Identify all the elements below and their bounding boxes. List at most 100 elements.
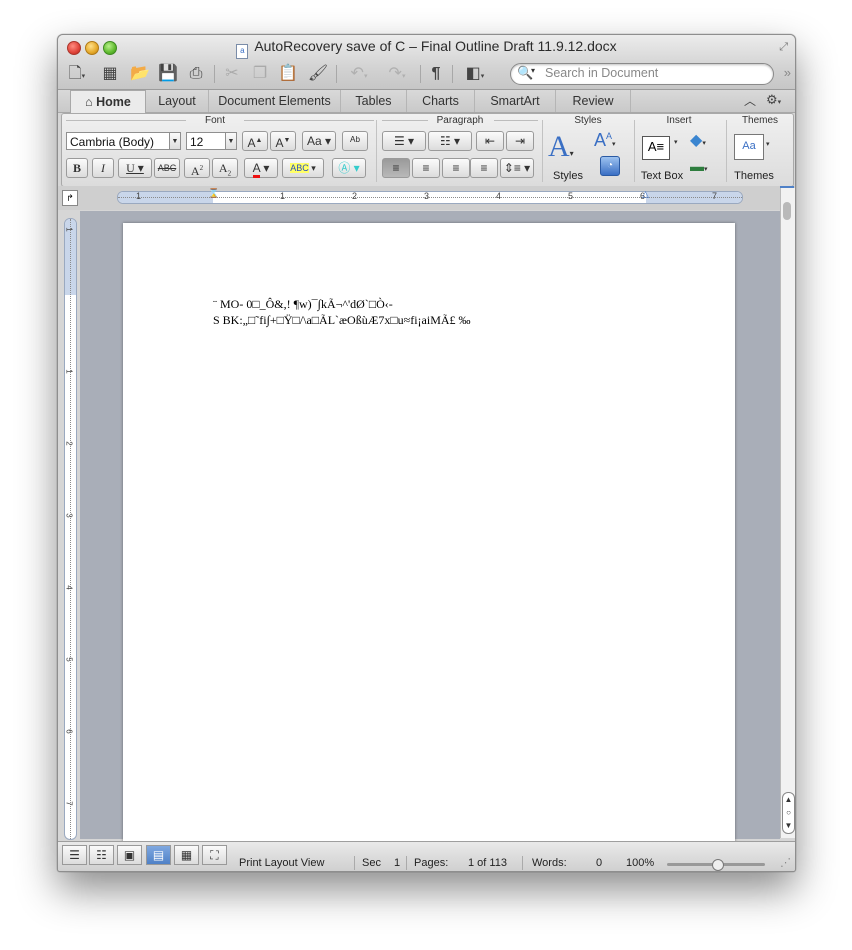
horizontal-ruler-row: ↱ 1 1 2 3 4 5 6 7 ⌛ △ bbox=[58, 186, 795, 210]
line-spacing-button[interactable]: ⇕≡ ▾ bbox=[500, 158, 534, 178]
text-effects-button[interactable]: Ⓐ ▾ bbox=[332, 158, 366, 178]
tab-charts[interactable]: Charts bbox=[407, 90, 475, 112]
ruler-label: 4 bbox=[496, 191, 502, 201]
font-size-field[interactable]: 12 bbox=[186, 132, 226, 150]
group-rule bbox=[494, 120, 538, 121]
strikethrough-button[interactable]: ABC bbox=[154, 158, 180, 178]
align-center-button[interactable]: ≡ bbox=[412, 158, 440, 178]
word-window: a AutoRecovery save of C – Final Outline … bbox=[57, 34, 796, 872]
ruler-label: 1 bbox=[136, 191, 142, 201]
superscript-button[interactable]: A2 bbox=[184, 158, 210, 178]
document-page[interactable]: ¨ MO- 0□_Ô&,! ¶w)¯∫kÃ¬^'dØ`□Ò‹- S BK:„□˜… bbox=[123, 223, 735, 863]
browse-buttons[interactable]: ▲ ○ ▼ bbox=[782, 792, 795, 834]
collapse-ribbon-icon[interactable]: ︿ bbox=[744, 92, 756, 109]
tab-document-elements[interactable]: Document Elements bbox=[209, 90, 341, 112]
copy-icon[interactable]: ❐ bbox=[248, 63, 272, 85]
shrink-font-button[interactable]: A▼ bbox=[270, 131, 296, 151]
words-label: Words: bbox=[532, 857, 567, 869]
toolbar-separator bbox=[336, 65, 337, 83]
tab-home[interactable]: ⌂ Home bbox=[70, 90, 146, 114]
shapes-icon[interactable]: ◆▾ bbox=[690, 130, 706, 150]
chevron-down-icon: ▾ bbox=[531, 66, 536, 75]
first-line-indent-marker[interactable]: ⌛ bbox=[208, 188, 219, 199]
grow-font-button[interactable]: A▲ bbox=[242, 131, 268, 151]
document-line-2[interactable]: S BK:„□˜fi∫+□Ÿ□/\a□ÃL`æOßùÆ7x□u≈fi¡aiMÃ£… bbox=[213, 313, 471, 328]
show-formatting-icon[interactable]: ¶ bbox=[426, 63, 446, 85]
text-box-icon[interactable]: A≡ bbox=[642, 136, 670, 160]
justify-button[interactable]: ≡ bbox=[470, 158, 498, 178]
themes-icon[interactable]: Aa bbox=[734, 134, 764, 160]
print-layout-view-button[interactable]: ▤ bbox=[146, 845, 171, 865]
draft-view-button[interactable]: ☰ bbox=[62, 845, 87, 865]
tab-home-label: Home bbox=[96, 95, 131, 109]
print-icon[interactable]: ⎙ bbox=[184, 63, 208, 85]
font-name-dropdown[interactable]: ▼ bbox=[169, 132, 181, 150]
tab-stop-selector[interactable]: ↱ bbox=[62, 190, 78, 206]
scrollbar-thumb[interactable] bbox=[783, 202, 791, 220]
bold-button[interactable]: B bbox=[66, 158, 88, 178]
align-left-button[interactable]: ≡ bbox=[382, 158, 410, 178]
vertical-ruler[interactable]: 1 1 2 3 4 5 6 7 bbox=[64, 218, 77, 840]
format-painter-icon[interactable]: 🖌 bbox=[306, 63, 330, 85]
align-right-button[interactable]: ≡ bbox=[442, 158, 470, 178]
text-box-label[interactable]: Text Box bbox=[636, 170, 688, 182]
vertical-scrollbar[interactable]: ▲ ○ ▼ bbox=[780, 188, 795, 838]
title-bar: a AutoRecovery save of C – Final Outline … bbox=[58, 35, 795, 90]
redo-icon[interactable]: ↷▾ bbox=[380, 63, 414, 85]
right-indent-marker[interactable]: △ bbox=[642, 189, 649, 200]
subscript-button[interactable]: A2 bbox=[212, 158, 238, 178]
save-icon[interactable]: 💾 bbox=[156, 63, 180, 85]
underline-button[interactable]: U ▾ bbox=[118, 158, 152, 178]
style-pane-icon[interactable]: AA▾ bbox=[594, 130, 616, 151]
tab-smartart[interactable]: SmartArt bbox=[475, 90, 556, 112]
new-document-icon[interactable]: 🗋▾ bbox=[64, 63, 90, 85]
font-size-dropdown[interactable]: ▼ bbox=[225, 132, 237, 150]
zoom-slider-knob[interactable] bbox=[712, 859, 724, 871]
italic-button[interactable]: I bbox=[92, 158, 114, 178]
sidebar-view-icon[interactable]: ◧▾ bbox=[458, 63, 492, 85]
change-case-button[interactable]: Aa ▾ bbox=[302, 131, 336, 151]
decrease-indent-button[interactable]: ⇤ bbox=[476, 131, 504, 151]
document-line-1[interactable]: ¨ MO- 0□_Ô&,! ¶w)¯∫kÃ¬^'dØ`□Ò‹- bbox=[213, 297, 393, 312]
search-field[interactable]: 🔍 ▾ Search in Document bbox=[510, 63, 774, 85]
horizontal-ruler[interactable]: 1 1 2 3 4 5 6 7 ⌛ △ bbox=[117, 188, 743, 204]
resize-grip-icon[interactable]: ⋰ bbox=[780, 856, 791, 869]
ruler-ticks bbox=[70, 219, 71, 839]
highlight-button[interactable]: ABC ▾ bbox=[282, 158, 324, 178]
group-rule bbox=[382, 120, 428, 121]
styles-gallery-icon[interactable]: A▾ bbox=[548, 130, 574, 164]
tab-tables[interactable]: Tables bbox=[341, 90, 407, 112]
open-folder-icon[interactable]: 📂 bbox=[128, 63, 152, 85]
increase-indent-button[interactable]: ⇥ bbox=[506, 131, 534, 151]
focus-view-button[interactable]: ⛶ bbox=[202, 845, 227, 865]
paste-icon[interactable]: 📋 bbox=[276, 63, 300, 85]
font-color-button[interactable]: A ▾ bbox=[244, 158, 278, 178]
publishing-view-button[interactable]: ▣ bbox=[117, 845, 142, 865]
outline-view-button[interactable]: ☷ bbox=[89, 845, 114, 865]
clear-formatting-button[interactable]: ᴬᵇ bbox=[342, 131, 368, 151]
bullets-button[interactable]: ☰ ▾ bbox=[382, 131, 426, 151]
font-name-field[interactable]: Cambria (Body) bbox=[66, 132, 170, 150]
undo-icon[interactable]: ↶▾ bbox=[342, 63, 376, 85]
document-workspace[interactable]: ¨ MO- 0□_Ô&,! ¶w)¯∫kÃ¬^'dØ`□Ò‹- S BK:„□˜… bbox=[80, 211, 780, 863]
tab-review[interactable]: Review bbox=[556, 90, 631, 112]
chevron-down-icon: ▾ bbox=[674, 139, 678, 146]
group-separator bbox=[634, 120, 635, 182]
toolbar-overflow-icon[interactable]: » bbox=[784, 65, 791, 80]
ruler-label: 1 bbox=[64, 227, 74, 232]
group-title-themes: Themes bbox=[741, 115, 779, 126]
tab-layout[interactable]: Layout bbox=[146, 90, 209, 112]
picture-icon[interactable]: ▬▾ bbox=[690, 158, 708, 174]
ribbon-tabs: ⌂ Home Layout Document Elements Tables C… bbox=[58, 90, 795, 114]
fullscreen-icon[interactable]: ⤢ bbox=[779, 41, 788, 54]
numbering-button[interactable]: ☷ ▾ bbox=[428, 131, 472, 151]
notebook-view-button[interactable]: ▦ bbox=[174, 845, 199, 865]
templates-icon[interactable]: ▦ bbox=[98, 63, 122, 85]
quick-styles-icon[interactable]: ◔ bbox=[600, 156, 620, 176]
pages-label: Pages: bbox=[414, 857, 449, 869]
window-title: a AutoRecovery save of C – Final Outline … bbox=[58, 38, 795, 59]
section-label: Sec bbox=[362, 857, 381, 869]
gear-icon[interactable]: ⚙▾ bbox=[766, 92, 781, 108]
cut-icon[interactable]: ✂ bbox=[220, 63, 244, 85]
themes-label[interactable]: Themes bbox=[730, 170, 778, 182]
